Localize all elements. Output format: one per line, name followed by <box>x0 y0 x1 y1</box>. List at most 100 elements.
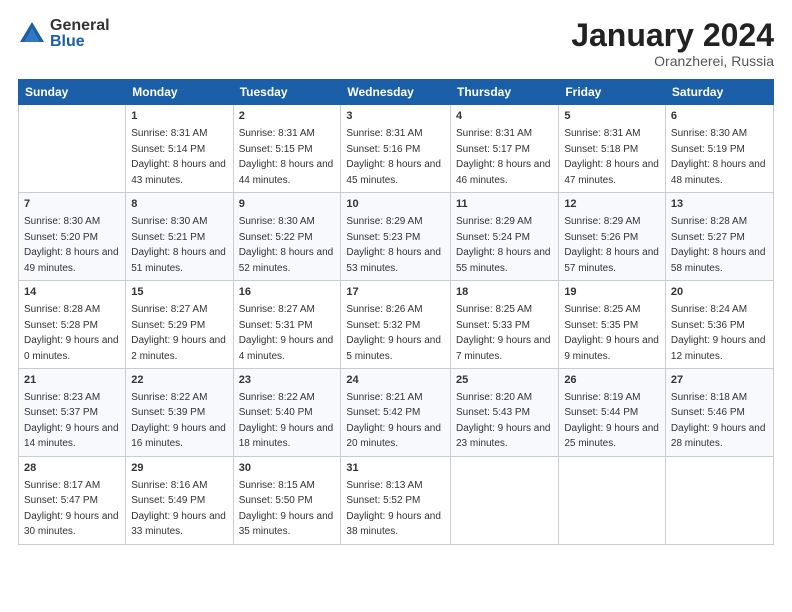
logo: General Blue <box>18 18 110 50</box>
logo-blue: Blue <box>50 34 110 50</box>
day-info: Sunrise: 8:31 AMSunset: 5:16 PMDaylight:… <box>346 128 441 186</box>
day-number: 7 <box>24 197 120 213</box>
header-monday: Monday <box>126 80 233 105</box>
calendar-cell <box>19 105 126 193</box>
calendar-cell <box>559 456 666 544</box>
calendar-week-row: 14 Sunrise: 8:28 AMSunset: 5:28 PMDayligh… <box>19 281 774 369</box>
day-number: 26 <box>564 373 660 389</box>
calendar-cell: 22 Sunrise: 8:22 AMSunset: 5:39 PMDayligh… <box>126 369 233 457</box>
calendar-cell: 23 Sunrise: 8:22 AMSunset: 5:40 PMDayligh… <box>233 369 341 457</box>
day-info: Sunrise: 8:19 AMSunset: 5:44 PMDaylight:… <box>564 392 659 450</box>
calendar-cell: 3 Sunrise: 8:31 AMSunset: 5:16 PMDaylight… <box>341 105 451 193</box>
day-number: 1 <box>131 109 227 125</box>
day-info: Sunrise: 8:31 AMSunset: 5:15 PMDaylight:… <box>239 128 334 186</box>
day-info: Sunrise: 8:23 AMSunset: 5:37 PMDaylight:… <box>24 392 119 450</box>
calendar-cell: 30 Sunrise: 8:15 AMSunset: 5:50 PMDayligh… <box>233 456 341 544</box>
day-number: 22 <box>131 373 227 389</box>
day-number: 31 <box>346 461 445 477</box>
header-saturday: Saturday <box>665 80 773 105</box>
calendar-cell: 20Sunrise: 8:24 AMSunset: 5:36 PMDayligh… <box>665 281 773 369</box>
month-title: January 2024 <box>571 18 774 53</box>
day-info: Sunrise: 8:21 AMSunset: 5:42 PMDaylight:… <box>346 392 441 450</box>
calendar-page: General Blue January 2024 Oranzherei, Ru… <box>0 0 792 612</box>
day-number: 12 <box>564 197 660 213</box>
day-info: Sunrise: 8:22 AMSunset: 5:40 PMDaylight:… <box>239 392 334 450</box>
logo-text: General Blue <box>50 18 110 50</box>
calendar-cell: 21 Sunrise: 8:23 AMSunset: 5:37 PMDayligh… <box>19 369 126 457</box>
day-info: Sunrise: 8:24 AMSunset: 5:36 PMDaylight:… <box>671 304 766 362</box>
location: Oranzherei, Russia <box>571 53 774 69</box>
calendar-cell: 7Sunrise: 8:30 AMSunset: 5:20 PMDaylight… <box>19 193 126 281</box>
calendar-cell: 18Sunrise: 8:25 AMSunset: 5:33 PMDayligh… <box>450 281 558 369</box>
day-number: 18 <box>456 285 553 301</box>
day-number: 15 <box>131 285 227 301</box>
calendar-cell: 26 Sunrise: 8:19 AMSunset: 5:44 PMDayligh… <box>559 369 666 457</box>
day-number: 8 <box>131 197 227 213</box>
day-info: Sunrise: 8:29 AMSunset: 5:23 PMDaylight:… <box>346 216 441 274</box>
day-number: 28 <box>24 461 120 477</box>
day-number: 2 <box>239 109 336 125</box>
calendar-cell: 27Sunrise: 8:18 AMSunset: 5:46 PMDayligh… <box>665 369 773 457</box>
calendar-cell <box>450 456 558 544</box>
calendar-week-row: 28 Sunrise: 8:17 AMSunset: 5:47 PMDayligh… <box>19 456 774 544</box>
calendar-cell: 9 Sunrise: 8:30 AMSunset: 5:22 PMDaylight… <box>233 193 341 281</box>
calendar-cell: 31 Sunrise: 8:13 AMSunset: 5:52 PMDayligh… <box>341 456 451 544</box>
day-info: Sunrise: 8:27 AMSunset: 5:31 PMDaylight:… <box>239 304 334 362</box>
day-info: Sunrise: 8:29 AMSunset: 5:24 PMDaylight:… <box>456 216 551 274</box>
day-number: 9 <box>239 197 336 213</box>
calendar-cell: 28 Sunrise: 8:17 AMSunset: 5:47 PMDayligh… <box>19 456 126 544</box>
header-friday: Friday <box>559 80 666 105</box>
day-info: Sunrise: 8:30 AMSunset: 5:19 PMDaylight:… <box>671 128 766 186</box>
calendar-week-row: 21 Sunrise: 8:23 AMSunset: 5:37 PMDayligh… <box>19 369 774 457</box>
day-number: 5 <box>564 109 660 125</box>
calendar-cell: 5 Sunrise: 8:31 AMSunset: 5:18 PMDaylight… <box>559 105 666 193</box>
day-info: Sunrise: 8:30 AMSunset: 5:21 PMDaylight:… <box>131 216 226 274</box>
day-info: Sunrise: 8:31 AMSunset: 5:14 PMDaylight:… <box>131 128 226 186</box>
logo-icon <box>18 20 46 48</box>
day-number: 19 <box>564 285 660 301</box>
day-info: Sunrise: 8:31 AMSunset: 5:18 PMDaylight:… <box>564 128 659 186</box>
day-info: Sunrise: 8:28 AMSunset: 5:28 PMDaylight:… <box>24 304 119 362</box>
day-info: Sunrise: 8:18 AMSunset: 5:46 PMDaylight:… <box>671 392 766 450</box>
day-info: Sunrise: 8:15 AMSunset: 5:50 PMDaylight:… <box>239 480 334 538</box>
calendar-cell: 2 Sunrise: 8:31 AMSunset: 5:15 PMDaylight… <box>233 105 341 193</box>
logo-general: General <box>50 18 110 34</box>
calendar-cell: 10 Sunrise: 8:29 AMSunset: 5:23 PMDayligh… <box>341 193 451 281</box>
calendar-cell: 29Sunrise: 8:16 AMSunset: 5:49 PMDayligh… <box>126 456 233 544</box>
calendar-cell: 24Sunrise: 8:21 AMSunset: 5:42 PMDayligh… <box>341 369 451 457</box>
calendar-cell <box>665 456 773 544</box>
header-tuesday: Tuesday <box>233 80 341 105</box>
calendar-cell: 8 Sunrise: 8:30 AMSunset: 5:21 PMDaylight… <box>126 193 233 281</box>
day-number: 25 <box>456 373 553 389</box>
day-number: 3 <box>346 109 445 125</box>
calendar-cell: 12 Sunrise: 8:29 AMSunset: 5:26 PMDayligh… <box>559 193 666 281</box>
calendar-week-row: 7Sunrise: 8:30 AMSunset: 5:20 PMDaylight… <box>19 193 774 281</box>
day-number: 10 <box>346 197 445 213</box>
calendar-cell: 19 Sunrise: 8:25 AMSunset: 5:35 PMDayligh… <box>559 281 666 369</box>
day-info: Sunrise: 8:25 AMSunset: 5:35 PMDaylight:… <box>564 304 659 362</box>
calendar-cell: 16 Sunrise: 8:27 AMSunset: 5:31 PMDayligh… <box>233 281 341 369</box>
day-number: 23 <box>239 373 336 389</box>
day-number: 6 <box>671 109 768 125</box>
calendar-cell: 25Sunrise: 8:20 AMSunset: 5:43 PMDayligh… <box>450 369 558 457</box>
day-info: Sunrise: 8:30 AMSunset: 5:22 PMDaylight:… <box>239 216 334 274</box>
day-info: Sunrise: 8:31 AMSunset: 5:17 PMDaylight:… <box>456 128 551 186</box>
calendar-week-row: 1 Sunrise: 8:31 AMSunset: 5:14 PMDaylight… <box>19 105 774 193</box>
day-info: Sunrise: 8:22 AMSunset: 5:39 PMDaylight:… <box>131 392 226 450</box>
day-number: 14 <box>24 285 120 301</box>
calendar-table: Sunday Monday Tuesday Wednesday Thursday… <box>18 79 774 545</box>
day-number: 13 <box>671 197 768 213</box>
calendar-cell: 15Sunrise: 8:27 AMSunset: 5:29 PMDayligh… <box>126 281 233 369</box>
day-number: 11 <box>456 197 553 213</box>
day-info: Sunrise: 8:13 AMSunset: 5:52 PMDaylight:… <box>346 480 441 538</box>
day-number: 30 <box>239 461 336 477</box>
header-wednesday: Wednesday <box>341 80 451 105</box>
day-number: 16 <box>239 285 336 301</box>
day-info: Sunrise: 8:26 AMSunset: 5:32 PMDaylight:… <box>346 304 441 362</box>
calendar-cell: 11 Sunrise: 8:29 AMSunset: 5:24 PMDayligh… <box>450 193 558 281</box>
day-number: 21 <box>24 373 120 389</box>
day-info: Sunrise: 8:17 AMSunset: 5:47 PMDaylight:… <box>24 480 119 538</box>
calendar-cell: 6 Sunrise: 8:30 AMSunset: 5:19 PMDaylight… <box>665 105 773 193</box>
header-sunday: Sunday <box>19 80 126 105</box>
day-info: Sunrise: 8:29 AMSunset: 5:26 PMDaylight:… <box>564 216 659 274</box>
